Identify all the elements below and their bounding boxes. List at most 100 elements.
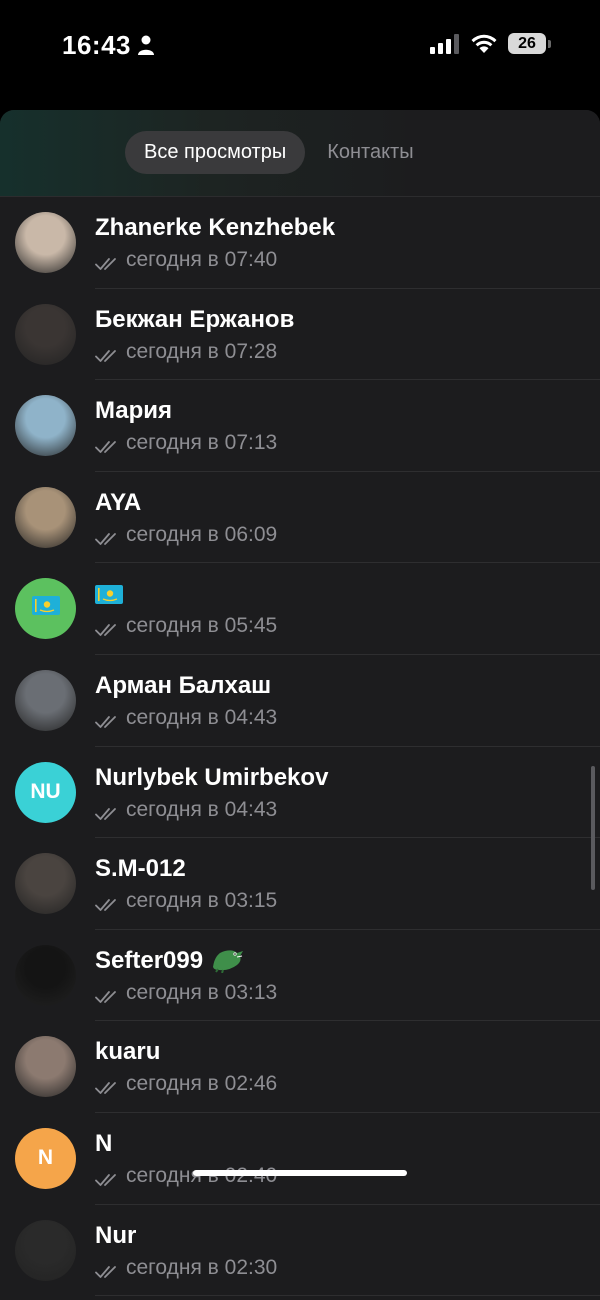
avatar[interactable] [15, 853, 76, 915]
viewer-row[interactable]: Бекжан Ержанов сегодня в 07:28 [0, 289, 600, 381]
viewers-sheet: Все просмотры Контакты Zhanerke Kenzhebe… [0, 110, 600, 1300]
viewer-name-text: AYA [95, 488, 142, 516]
viewer-row[interactable]: Sefter099 сегодня в 03:13 [0, 930, 600, 1022]
double-check-icon [95, 436, 120, 454]
flag-kazakhstan-icon [31, 596, 60, 621]
viewer-name: N [95, 1130, 112, 1158]
status-time: 16:43 [62, 30, 131, 60]
view-time-text: сегодня в 07:13 [126, 431, 278, 455]
viewer-name: Бекжан Ержанов [95, 306, 294, 334]
crocodile-icon [209, 943, 245, 974]
double-check-icon [95, 253, 120, 270]
view-time: сегодня в 03:13 [95, 981, 277, 1005]
avatar[interactable] [15, 944, 76, 1006]
viewer-name-text: Nurlybek Umirbekov [95, 763, 329, 791]
avatar-initials: NU [30, 780, 61, 804]
cellular-signal-icon [430, 34, 459, 54]
view-time-text: сегодня в 07:28 [126, 339, 278, 363]
double-check-icon [95, 1261, 120, 1278]
viewer-row[interactable]: NU Nurlybek Umirbekov сегодня в 04:43 [0, 747, 600, 839]
avatar[interactable] [15, 395, 76, 457]
avatar[interactable]: N [15, 1127, 76, 1189]
view-time: сегодня в 04:43 [95, 706, 277, 730]
viewer-name: Арман Балхаш [95, 672, 271, 700]
viewer-name-text: Zhanerke Kenzhebek [95, 214, 336, 241]
viewer-row[interactable]: Nur сегодня в 02:30 [0, 1205, 600, 1297]
sheet-header: Все просмотры Контакты [0, 110, 600, 197]
avatar[interactable] [15, 212, 76, 273]
scroll-indicator[interactable] [591, 766, 595, 890]
avatar[interactable] [15, 1219, 76, 1281]
viewer-name-text: N [95, 1129, 113, 1157]
viewer-name-text: Мария [95, 397, 173, 425]
viewer-name-text: Nur [95, 1221, 137, 1249]
double-check-icon [95, 619, 120, 637]
viewer-name: S.M-012 [95, 855, 186, 883]
view-time: сегодня в 07:13 [95, 431, 277, 455]
viewer-name: Nur [95, 1222, 136, 1250]
viewer-list: Zhanerke Kenzhebek сегодня в 07:40 Бекжан … [0, 197, 600, 1297]
view-time-text: сегодня в 02:46 [126, 1072, 278, 1096]
double-check-icon [95, 1077, 120, 1095]
viewer-row[interactable]: S.M-012 сегодня в 03:15 [0, 838, 600, 930]
tab-contacts[interactable]: Контакты [305, 131, 432, 174]
avatar[interactable] [15, 486, 76, 548]
double-check-icon [95, 803, 120, 820]
view-time: сегодня в 07:28 [95, 340, 277, 364]
double-check-icon [95, 894, 120, 912]
viewer-name-text: Sefter099 [95, 946, 204, 974]
viewer-row[interactable]: kuaru сегодня в 02:46 [0, 1021, 600, 1113]
avatar[interactable]: NU [15, 761, 76, 823]
viewer-row[interactable]: Zhanerke Kenzhebek сегодня в 07:40 [0, 197, 600, 289]
wifi-icon [471, 34, 497, 53]
battery-indicator: 26 [508, 33, 546, 54]
view-time: сегодня в 07:40 [95, 248, 277, 272]
viewer-name-text: kuaru [95, 1038, 161, 1066]
tab-all-views[interactable]: Все просмотры [125, 131, 306, 174]
viewer-name-text: Арман Балхаш [95, 671, 272, 699]
home-indicator[interactable] [193, 1170, 407, 1176]
avatar[interactable] [15, 1036, 76, 1098]
viewer-name: Мария [95, 397, 172, 425]
person-icon [138, 35, 154, 55]
view-time-text: сегодня в 04:43 [126, 797, 278, 821]
view-time-text: сегодня в 03:15 [126, 889, 278, 913]
tab-bar: Все просмотры Контакты [125, 131, 433, 174]
screen: 16:43 26 Все просмотры Контакты Zhanerke… [0, 0, 600, 1300]
viewer-name: Zhanerke Kenzhebek [95, 214, 335, 242]
view-time-text: сегодня в 06:09 [126, 522, 278, 546]
viewer-row[interactable]: NNсегодня в 02:40 [0, 1113, 600, 1205]
avatar-initials: N [37, 1146, 54, 1170]
viewer-name [95, 580, 123, 608]
flag-kazakhstan-icon [95, 583, 123, 604]
view-time: сегодня в 06:09 [95, 523, 277, 547]
view-time: сегодня в 02:46 [95, 1072, 277, 1096]
status-bar: 16:43 26 [0, 0, 600, 90]
avatar[interactable] [15, 669, 76, 731]
view-time: сегодня в 05:45 [95, 614, 277, 638]
double-check-icon [95, 1169, 120, 1186]
viewer-name-text: S.M-012 [95, 855, 186, 883]
battery-tip [548, 40, 551, 48]
viewer-row[interactable]: сегодня в 05:45 [0, 563, 600, 655]
viewer-name: kuaru [95, 1038, 160, 1066]
view-time-text: сегодня в 04:43 [126, 705, 278, 729]
view-time-text: сегодня в 05:45 [126, 614, 278, 638]
viewer-name: AYA [95, 489, 141, 517]
double-check-icon [95, 711, 120, 728]
view-time: сегодня в 02:30 [95, 1256, 277, 1280]
viewer-row[interactable]: Мария сегодня в 07:13 [0, 380, 600, 472]
viewer-row[interactable]: AYA сегодня в 06:09 [0, 472, 600, 564]
viewer-name: Nurlybek Umirbekov [95, 764, 328, 792]
double-check-icon [95, 986, 120, 1003]
view-time-text: сегодня в 02:30 [126, 1255, 278, 1279]
double-check-icon [95, 345, 120, 362]
view-time-text: сегодня в 03:13 [126, 980, 278, 1004]
view-time: сегодня в 04:43 [95, 798, 277, 822]
avatar[interactable] [15, 303, 76, 365]
row-divider [95, 1295, 600, 1297]
viewer-name-text: Бекжан Ержанов [95, 305, 295, 333]
double-check-icon [95, 528, 120, 545]
viewer-row[interactable]: Арман Балхаш сегодня в 04:43 [0, 655, 600, 747]
avatar[interactable] [15, 578, 76, 640]
